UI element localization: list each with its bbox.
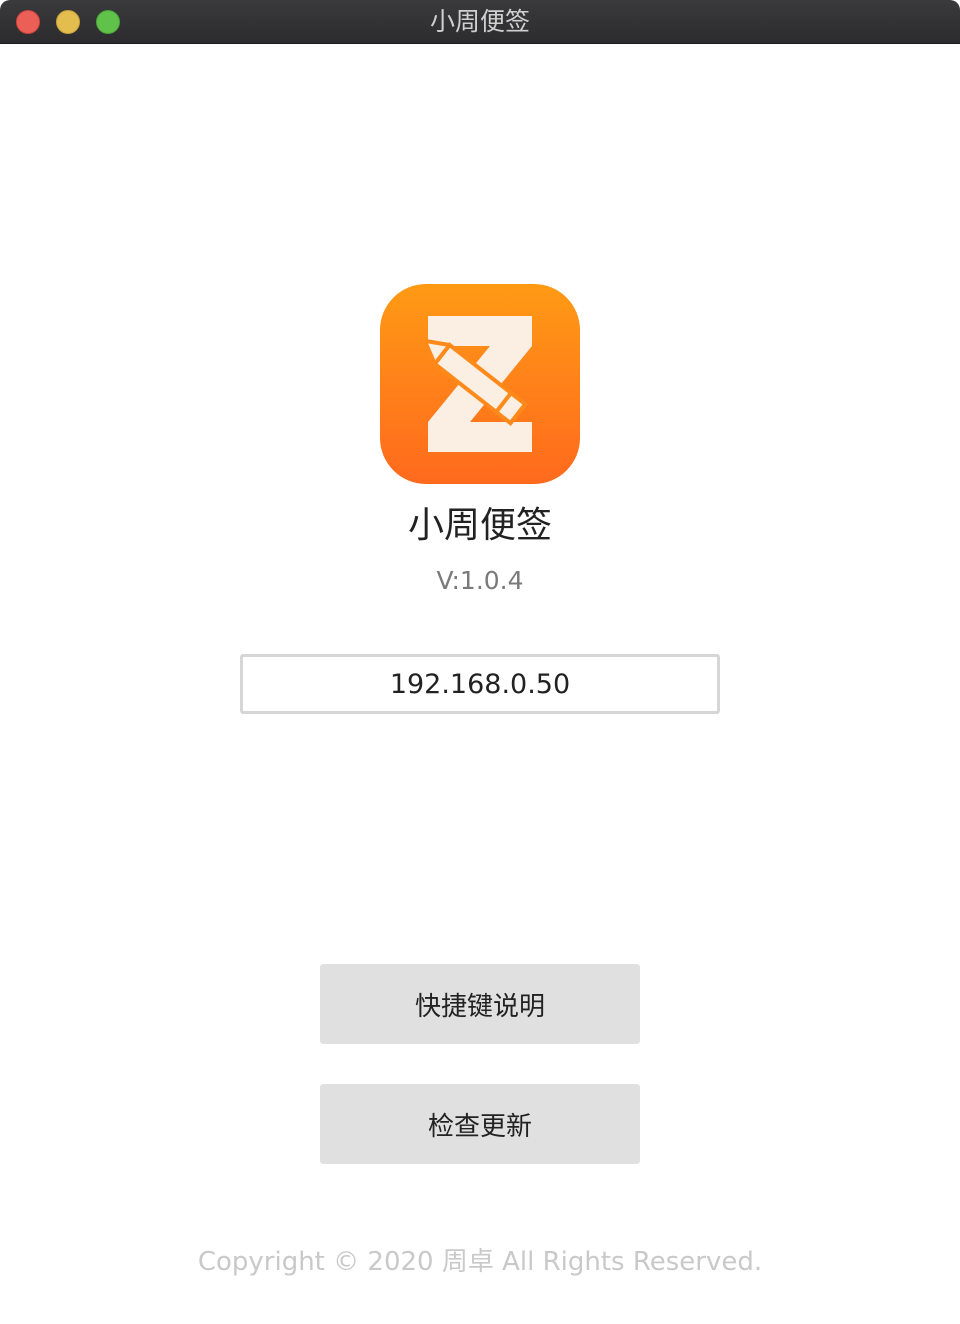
title-bar[interactable]: 小周便签 <box>0 0 960 44</box>
ip-address-input[interactable] <box>240 654 720 714</box>
shortcuts-help-button[interactable]: 快捷键说明 <box>320 964 640 1044</box>
app-name: 小周便签 <box>407 505 552 546</box>
z-pencil-logo-icon <box>422 316 532 452</box>
copyright-text: Copyright © 2020 周卓 All Rights Reserved. <box>197 1247 763 1277</box>
window-title: 小周便签 <box>429 7 530 36</box>
about-window: 小周便签 小周便签 V:1.0.4 快捷键说明 检查更新 Copyright ©… <box>0 0 960 1324</box>
app-version: V:1.0.4 <box>436 566 524 595</box>
app-logo-icon <box>380 284 580 484</box>
check-update-button[interactable]: 检查更新 <box>320 1084 640 1164</box>
